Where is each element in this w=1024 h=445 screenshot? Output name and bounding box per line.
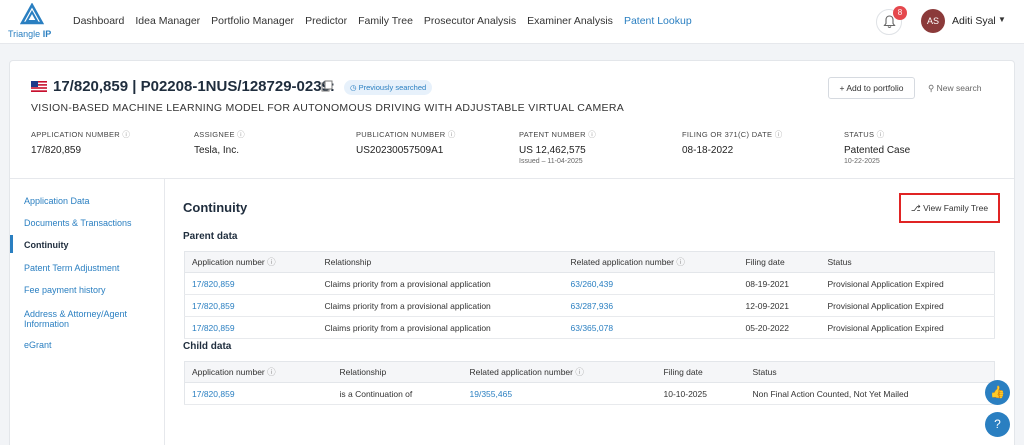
- info-icon: ⓘ: [267, 367, 276, 377]
- meta-status: STATUS ⓘ Patented Case 10-22-2025: [844, 130, 911, 165]
- info-icon: ⓘ: [588, 130, 597, 139]
- sidebar-item-continuity[interactable]: Continuity: [24, 240, 154, 250]
- sidebar-item-address-attorney[interactable]: Address & Attorney/Agent Information: [24, 309, 154, 329]
- application-number-link[interactable]: 17/820,859: [184, 272, 318, 295]
- section-title: Continuity: [183, 200, 248, 215]
- patent-title: VISION-BASED MACHINE LEARNING MODEL FOR …: [31, 102, 625, 114]
- help-button[interactable]: ?: [985, 412, 1010, 437]
- column-header: Relationship: [332, 361, 463, 383]
- add-to-portfolio-button[interactable]: + Add to portfolio: [828, 77, 915, 99]
- thumbs-up-icon[interactable]: 👍: [985, 380, 1010, 405]
- filing-date-cell: 12-09-2021: [738, 294, 821, 317]
- notification-count-badge: 8: [893, 6, 907, 20]
- relationship-cell: Claims priority from a provisional appli…: [317, 316, 564, 339]
- column-header: Status: [820, 251, 995, 273]
- nav-prosecutor-analysis[interactable]: Prosecutor Analysis: [424, 15, 516, 27]
- search-icon: ⚲: [928, 83, 935, 93]
- column-header: Filing date: [738, 251, 821, 273]
- nav-examiner-analysis[interactable]: Examiner Analysis: [527, 15, 613, 27]
- tree-icon: ⎇: [910, 203, 921, 213]
- caret-down-icon[interactable]: ▼: [998, 15, 1006, 24]
- relationship-cell: is a Continuation of: [332, 382, 463, 405]
- status-cell: Non Final Action Counted, Not Yet Mailed: [745, 382, 995, 405]
- info-icon: ⓘ: [267, 257, 276, 267]
- info-icon: ⓘ: [122, 130, 131, 139]
- sidebar-item-patent-term-adjustment[interactable]: Patent Term Adjustment: [24, 263, 154, 273]
- status-cell: Provisional Application Expired: [820, 294, 995, 317]
- meta-assignee: ASSIGNEE ⓘ Tesla, Inc.: [194, 130, 245, 156]
- status-cell: Provisional Application Expired: [820, 316, 995, 339]
- meta-patent-number: PATENT NUMBER ⓘ US 12,462,575 Issued – 1…: [519, 130, 597, 165]
- child-data-title: Child data: [183, 341, 232, 352]
- related-application-link[interactable]: 63/365,078: [563, 316, 739, 339]
- info-icon: ⓘ: [774, 130, 783, 139]
- active-indicator: [10, 235, 13, 253]
- status-cell: Provisional Application Expired: [820, 272, 995, 295]
- top-nav: Triangle IP Dashboard Idea Manager Portf…: [0, 0, 1024, 44]
- meta-publication-number: PUBLICATION NUMBER ⓘ US20230057509A1: [356, 130, 456, 156]
- us-flag-icon: [31, 81, 47, 92]
- nav-dashboard[interactable]: Dashboard: [73, 15, 124, 27]
- view-family-tree-button[interactable]: ⎇ View Family Tree: [899, 193, 1000, 223]
- nav-portfolio-manager[interactable]: Portfolio Manager: [211, 15, 294, 27]
- related-application-link[interactable]: 63/287,936: [563, 294, 739, 317]
- table-row: 17/820,859 Claims priority from a provis…: [184, 294, 995, 317]
- column-header: Application number ⓘ: [184, 361, 333, 383]
- info-icon: ⓘ: [676, 257, 685, 267]
- nav-predictor[interactable]: Predictor: [305, 15, 347, 27]
- table-row: 17/820,859 is a Continuation of 19/355,4…: [184, 382, 995, 405]
- application-number-link[interactable]: 17/820,859: [184, 316, 318, 339]
- column-header: Related application number ⓘ: [563, 251, 739, 273]
- table-header-row: Application number ⓘ Relationship Relate…: [184, 361, 995, 383]
- related-application-link[interactable]: 19/355,465: [462, 382, 657, 405]
- relationship-cell: Claims priority from a provisional appli…: [317, 272, 564, 295]
- parent-data-title: Parent data: [183, 231, 238, 242]
- info-icon: ⓘ: [575, 367, 584, 377]
- page-title: 17/820,859 | P02208-1NUS/128729-0239:: [53, 78, 335, 95]
- parent-data-table: Application number ⓘ Relationship Relate…: [184, 251, 995, 339]
- meta-filing-date: FILING OR 371(C) DATE ⓘ 08-18-2022: [682, 130, 783, 156]
- relationship-cell: Claims priority from a provisional appli…: [317, 294, 564, 317]
- user-name[interactable]: Aditi Syal: [952, 15, 996, 27]
- filing-date-cell: 05-20-2022: [738, 316, 821, 339]
- copy-icon[interactable]: [321, 80, 333, 92]
- previously-searched-badge: ◷ Previously searched: [344, 80, 433, 95]
- nav-patent-lookup[interactable]: Patent Lookup: [624, 15, 692, 27]
- sidebar-item-application-data[interactable]: Application Data: [24, 196, 154, 206]
- table-row: 17/820,859 Claims priority from a provis…: [184, 272, 995, 295]
- sidebar-item-fee-payment-history[interactable]: Fee payment history: [24, 285, 154, 295]
- brand-logo[interactable]: Triangle IP: [8, 3, 56, 41]
- column-header: Filing date: [656, 361, 746, 383]
- sidebar-item-documents[interactable]: Documents & Transactions: [24, 218, 154, 228]
- table-header-row: Application number ⓘ Relationship Relate…: [184, 251, 995, 273]
- nav-idea-manager[interactable]: Idea Manager: [135, 15, 200, 27]
- filing-date-cell: 08-19-2021: [738, 272, 821, 295]
- related-application-link[interactable]: 63/260,439: [563, 272, 739, 295]
- info-icon: ⓘ: [447, 130, 456, 139]
- patent-details-card: 17/820,859 | P02208-1NUS/128729-0239: ◷ …: [9, 60, 1015, 445]
- application-number-link[interactable]: 17/820,859: [184, 294, 318, 317]
- column-header: Relationship: [317, 251, 564, 273]
- triangle-logo-icon: [20, 3, 44, 25]
- nav-menu: Dashboard Idea Manager Portfolio Manager…: [73, 15, 703, 27]
- meta-application-number: APPLICATION NUMBER ⓘ 17/820,859: [31, 130, 131, 156]
- filing-date-cell: 10-10-2025: [656, 382, 746, 405]
- info-icon: ⓘ: [237, 130, 245, 139]
- sidebar-item-egrant[interactable]: eGrant: [24, 340, 154, 350]
- column-header: Related application number ⓘ: [462, 361, 657, 383]
- column-header: Status: [745, 361, 995, 383]
- section-sidebar: Application Data Documents & Transaction…: [10, 179, 165, 445]
- new-search-button[interactable]: ⚲ New search: [928, 77, 988, 99]
- info-icon: ⓘ: [876, 130, 885, 139]
- nav-family-tree[interactable]: Family Tree: [358, 15, 413, 27]
- brand-name: Triangle IP: [8, 29, 52, 39]
- child-data-table: Application number ⓘ Relationship Relate…: [184, 361, 995, 405]
- avatar[interactable]: AS: [921, 9, 945, 33]
- application-number-link[interactable]: 17/820,859: [184, 382, 333, 405]
- column-header: Application number ⓘ: [184, 251, 318, 273]
- table-row: 17/820,859 Claims priority from a provis…: [184, 316, 995, 339]
